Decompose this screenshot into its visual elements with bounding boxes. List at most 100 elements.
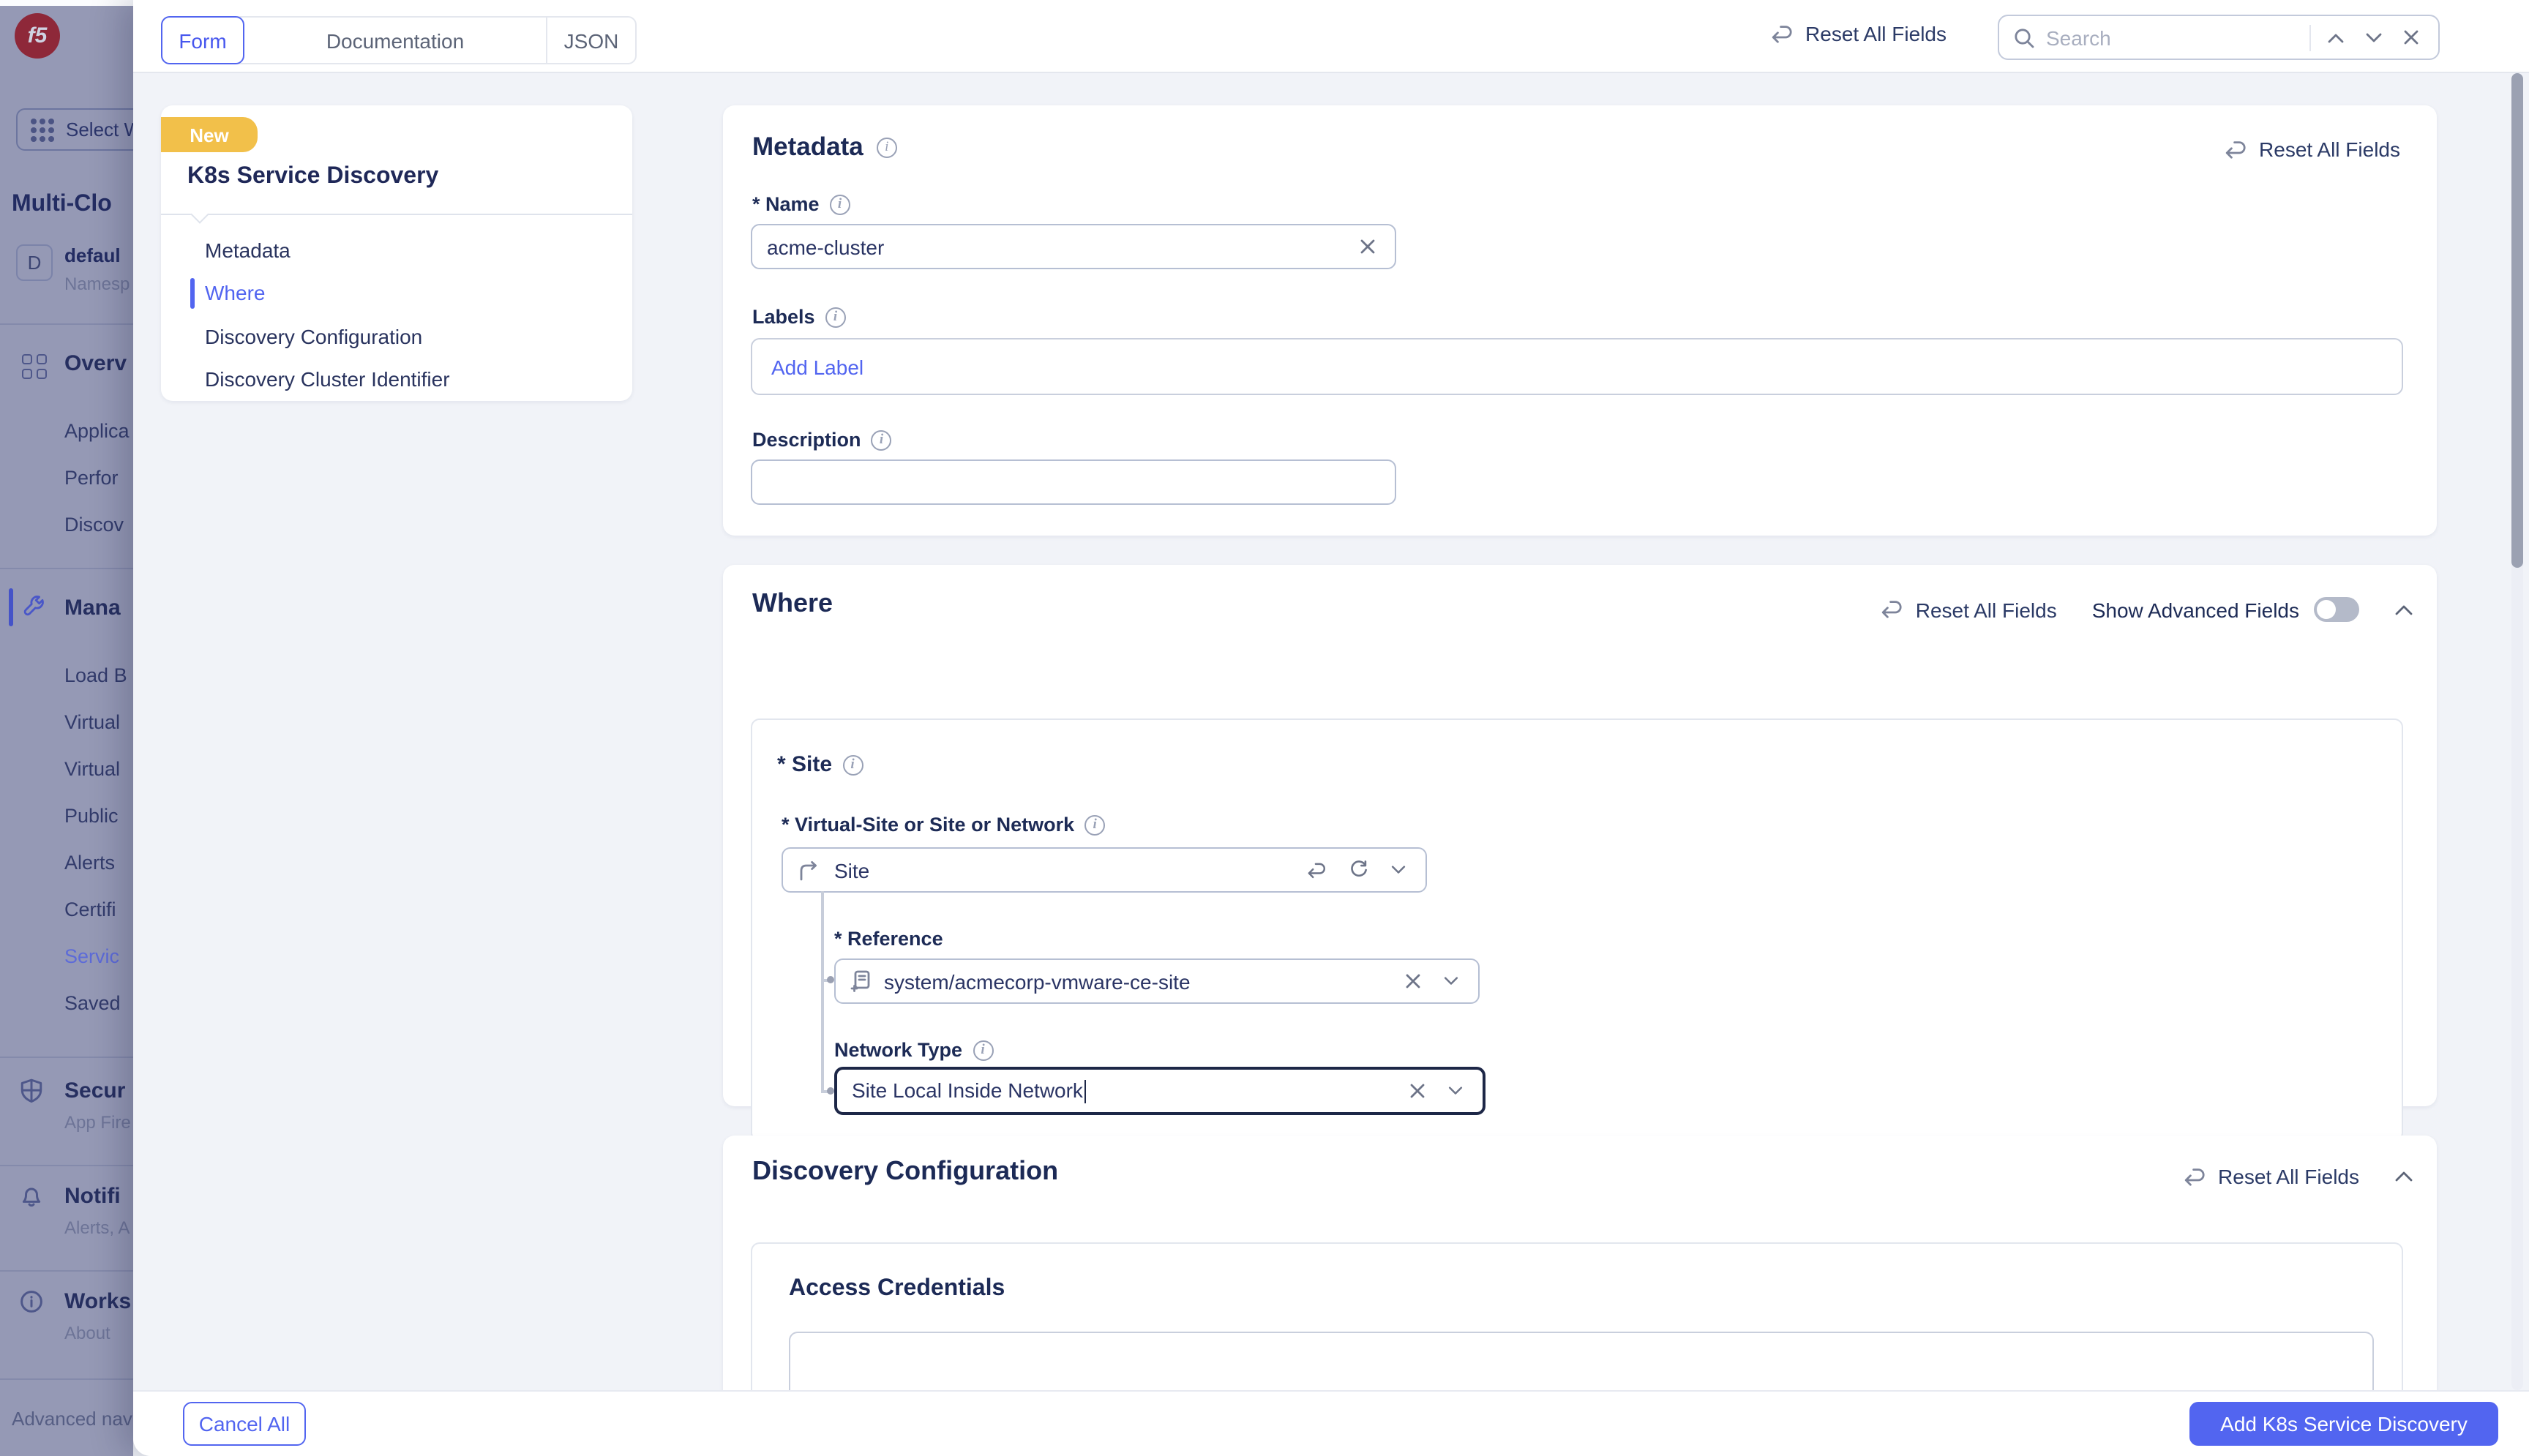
nav-item-discovery-cluster-identifier[interactable]: Discovery Cluster Identifier (161, 358, 632, 401)
sidebar-item-virtual-1[interactable]: Virtual (64, 711, 120, 733)
reference-select[interactable]: system/acmecorp-vmware-ce-site (834, 958, 1480, 1004)
access-credentials-field[interactable] (789, 1332, 2374, 1390)
search-close-button[interactable] (2399, 29, 2424, 45)
sidebar-item-certificates[interactable]: Certifi (64, 898, 116, 920)
info-icon[interactable]: i (877, 137, 897, 157)
clear-reference-icon[interactable] (1401, 973, 1425, 989)
sidebar-item-discovery[interactable]: Discov (64, 514, 124, 536)
sidebar-item-performance[interactable]: Perfor (64, 467, 119, 489)
scrollbar-thumb[interactable] (2511, 73, 2523, 568)
site-type-select[interactable]: Site (782, 847, 1427, 893)
top-strip (0, 0, 133, 6)
sidebar-item-alerts[interactable]: Alerts (64, 852, 115, 874)
search-box (1998, 15, 2440, 60)
sidebar-workspace-sub: About (64, 1323, 110, 1343)
sidebar-item-public[interactable]: Public (64, 805, 119, 827)
text-cursor (1084, 1080, 1087, 1103)
info-icon[interactable]: i (1084, 814, 1105, 835)
info-icon[interactable]: i (825, 307, 846, 327)
chevron-down-icon[interactable] (1443, 1086, 1468, 1096)
sidebar-section-notifications[interactable]: Notifi (64, 1184, 121, 1209)
site-group: * Sitei * Virtual-Site or Site or Networ… (751, 718, 2403, 1141)
reset-all-fields-top[interactable]: Reset All Fields (1770, 22, 1947, 45)
sidebar-divider (0, 1165, 133, 1166)
tab-json[interactable]: JSON (546, 18, 635, 63)
sidebar-divider (0, 1057, 133, 1058)
collapse-where-icon[interactable] (2394, 604, 2413, 615)
sidebar-section-overview[interactable]: Overv (64, 351, 127, 376)
undo-icon (1770, 24, 1794, 43)
select-workspace-label: Select W (66, 119, 133, 140)
sidebar-divider (0, 323, 133, 325)
search-input[interactable] (2046, 26, 2298, 49)
scrollbar-track[interactable] (2511, 73, 2523, 1390)
connector-dot (827, 1087, 834, 1095)
app-root: f5 Select W Multi-Clo D defaul Namesp Ov… (0, 0, 2529, 1456)
chevron-down-icon[interactable] (1439, 976, 1464, 986)
info-icon[interactable]: i (842, 754, 863, 775)
select-workspace-button[interactable]: Select W (16, 108, 133, 151)
sidebar-item-virtual-2[interactable]: Virtual (64, 758, 120, 780)
access-credentials-title: Access Credentials (789, 1276, 1005, 1302)
bell-icon (19, 1184, 44, 1209)
description-field (751, 459, 1396, 505)
chevron-down-icon[interactable] (1386, 865, 1411, 875)
refresh-icon[interactable] (1345, 860, 1373, 879)
where-reset-button[interactable]: Reset All Fields (1881, 598, 2057, 621)
site-type-value: Site (834, 858, 1289, 882)
cancel-all-button[interactable]: Cancel All (183, 1402, 306, 1446)
where-reset-label: Reset All Fields (1916, 598, 2057, 621)
show-advanced-fields-toggle[interactable] (2314, 597, 2359, 622)
metadata-reset-label: Reset All Fields (2259, 138, 2400, 161)
reference-doc-icon (850, 970, 871, 992)
f5-logo[interactable]: f5 (15, 13, 60, 59)
add-label-button[interactable]: Add Label (771, 355, 863, 378)
clear-name-icon[interactable] (1355, 239, 1380, 255)
undo-icon (2224, 140, 2247, 159)
discovery-reset-label: Reset All Fields (2218, 1165, 2359, 1188)
tab-form[interactable]: Form (161, 16, 244, 64)
search-next-button[interactable] (2361, 31, 2387, 43)
clear-network-type-icon[interactable] (1405, 1083, 1430, 1099)
network-type-label: Network Typei (834, 1039, 993, 1061)
search-icon (2014, 27, 2034, 48)
undo-icon (1881, 600, 1904, 619)
info-icon[interactable]: i (872, 429, 892, 450)
tab-documentation[interactable]: Documentation (244, 18, 546, 63)
sidebar-item-load-balancers[interactable]: Load B (64, 664, 127, 686)
form-nav-card: New K8s Service Discovery Metadata Where… (161, 105, 632, 401)
namespace-avatar[interactable]: D (16, 244, 53, 281)
workspace-grid-icon (31, 118, 54, 141)
sidebar-item-service-discovery[interactable]: Servic (64, 945, 119, 967)
nav-item-where[interactable]: Where (161, 271, 632, 315)
overview-grid-icon (22, 354, 47, 379)
labels-field[interactable]: Add Label (751, 338, 2403, 395)
sidebar: f5 Select W Multi-Clo D defaul Namesp Ov… (0, 0, 133, 1456)
name-input[interactable] (767, 235, 1355, 258)
description-input[interactable] (767, 470, 1380, 494)
nav-item-metadata[interactable]: Metadata (161, 228, 632, 271)
site-label: * Sitei (777, 752, 863, 777)
metadata-reset-button[interactable]: Reset All Fields (2224, 138, 2400, 161)
sidebar-section-workspace-info[interactable]: Works (64, 1289, 131, 1314)
info-icon[interactable]: i (830, 194, 850, 214)
reference-label: * Reference (834, 928, 943, 950)
sidebar-item-applications[interactable]: Applica (64, 420, 130, 442)
collapse-discovery-icon[interactable] (2394, 1171, 2413, 1182)
sidebar-section-manage[interactable]: Mana (64, 596, 121, 620)
search-divider (2309, 24, 2311, 50)
undo-icon[interactable] (1303, 861, 1332, 879)
sidebar-item-saved[interactable]: Saved (64, 992, 121, 1014)
view-tabs: Form Documentation JSON (161, 16, 637, 64)
nav-item-discovery-configuration[interactable]: Discovery Configuration (161, 315, 632, 358)
search-prev-button[interactable] (2323, 31, 2349, 43)
description-label: Descriptioni (752, 429, 892, 451)
advanced-nav-link[interactable]: Advanced nav (12, 1408, 132, 1430)
discovery-configuration-title: Discovery Configuration (752, 1156, 1058, 1187)
info-icon[interactable]: i (973, 1040, 993, 1060)
discovery-reset-button[interactable]: Reset All Fields (2183, 1165, 2359, 1188)
sidebar-section-security[interactable]: Secur (64, 1078, 125, 1103)
where-title: Where (752, 588, 833, 619)
network-type-select[interactable]: Site Local Inside Network (834, 1067, 1485, 1115)
add-k8s-service-discovery-button[interactable]: Add K8s Service Discovery (2189, 1402, 2498, 1446)
